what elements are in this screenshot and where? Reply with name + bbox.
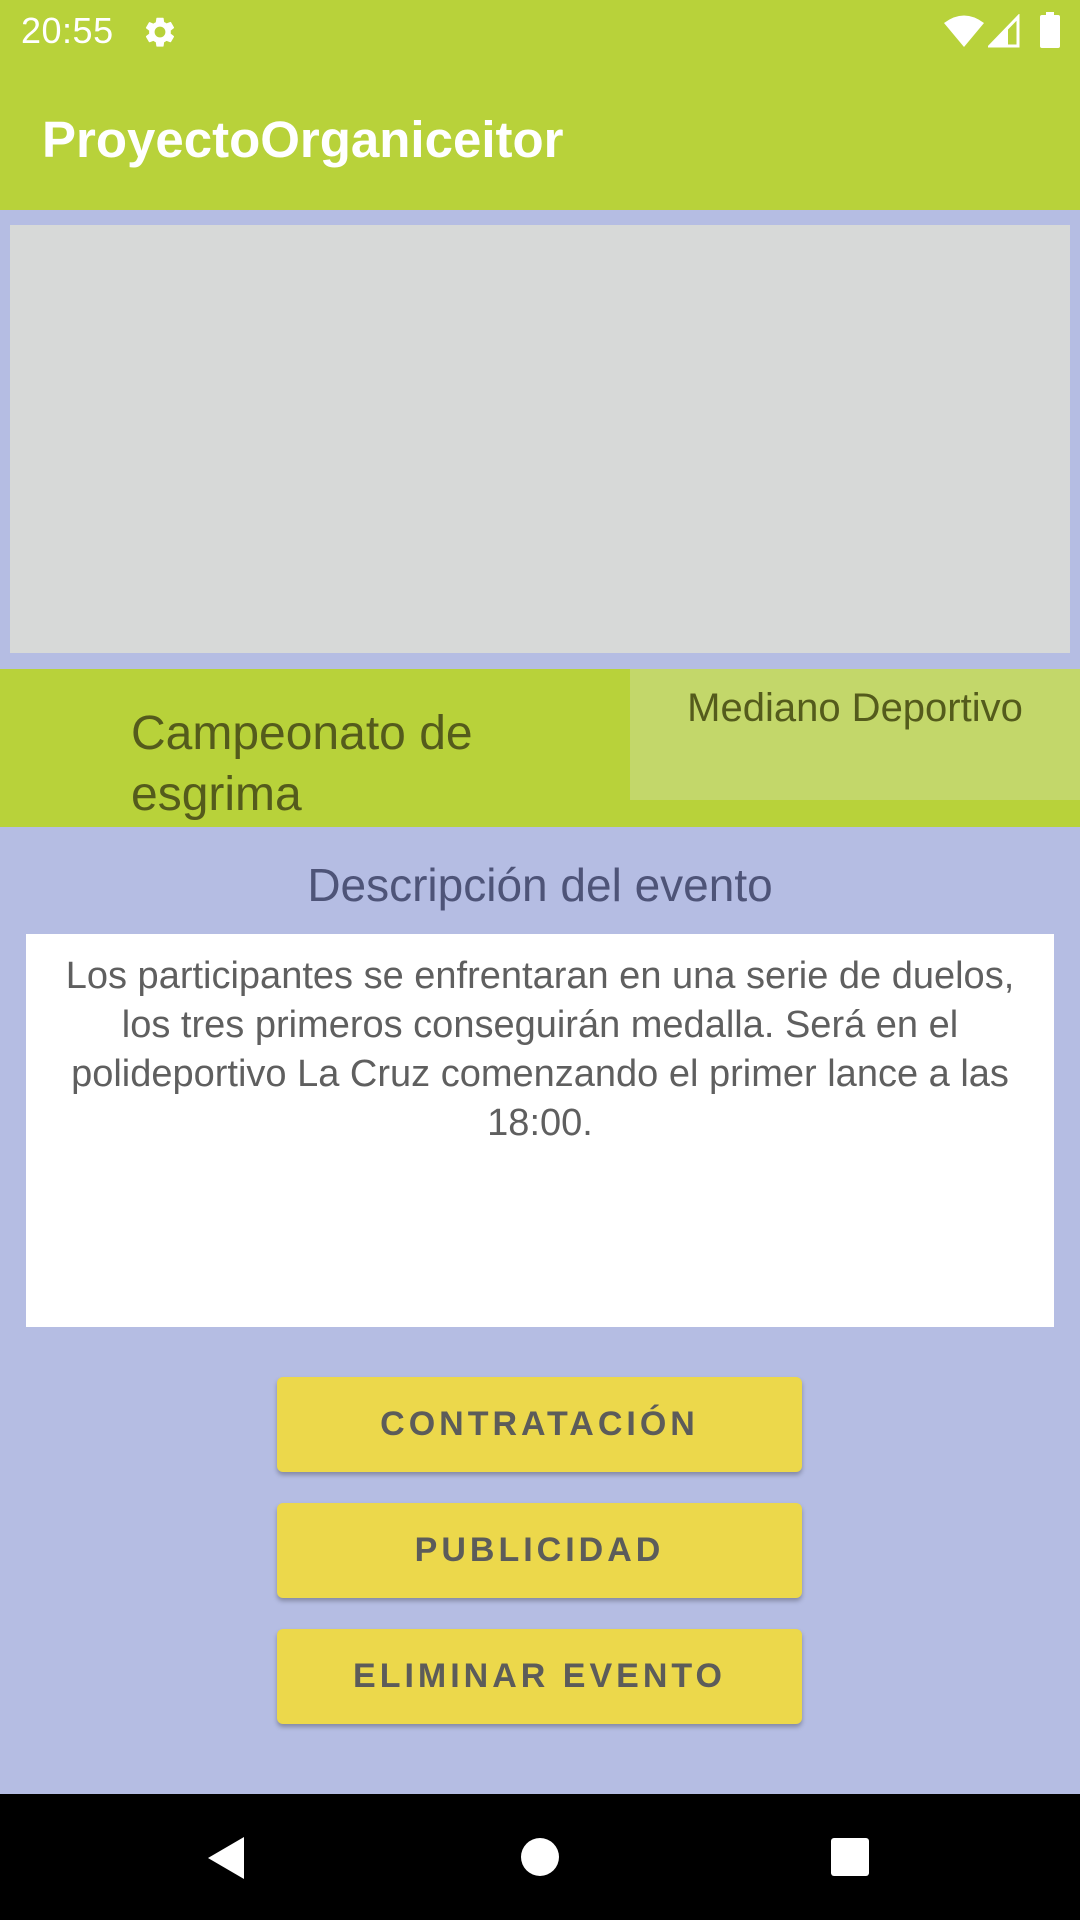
description-heading: Descripción del evento <box>307 859 773 911</box>
event-image <box>10 225 1070 653</box>
gear-icon <box>145 17 175 47</box>
signal-icon <box>988 14 1020 48</box>
event-category: Mediano Deportivo <box>687 686 1023 730</box>
app-title: ProyectoOrganiceitor <box>42 111 564 168</box>
delete-event-button[interactable]: ELIMINAR EVENTO <box>277 1629 802 1724</box>
home-icon[interactable] <box>520 1837 560 1877</box>
advertising-button[interactable]: PUBLICIDAD <box>277 1503 802 1598</box>
hiring-button[interactable]: CONTRATACIÓN <box>277 1377 802 1472</box>
description-text: Los participantes se enfrentaran en una … <box>65 955 1015 1144</box>
wifi-icon <box>944 15 984 47</box>
back-icon[interactable] <box>206 1835 246 1881</box>
event-name: Campeonato de esgrima <box>131 707 473 821</box>
status-time: 20:55 <box>21 10 114 51</box>
recents-icon[interactable] <box>830 1837 870 1877</box>
battery-icon <box>1040 12 1060 48</box>
